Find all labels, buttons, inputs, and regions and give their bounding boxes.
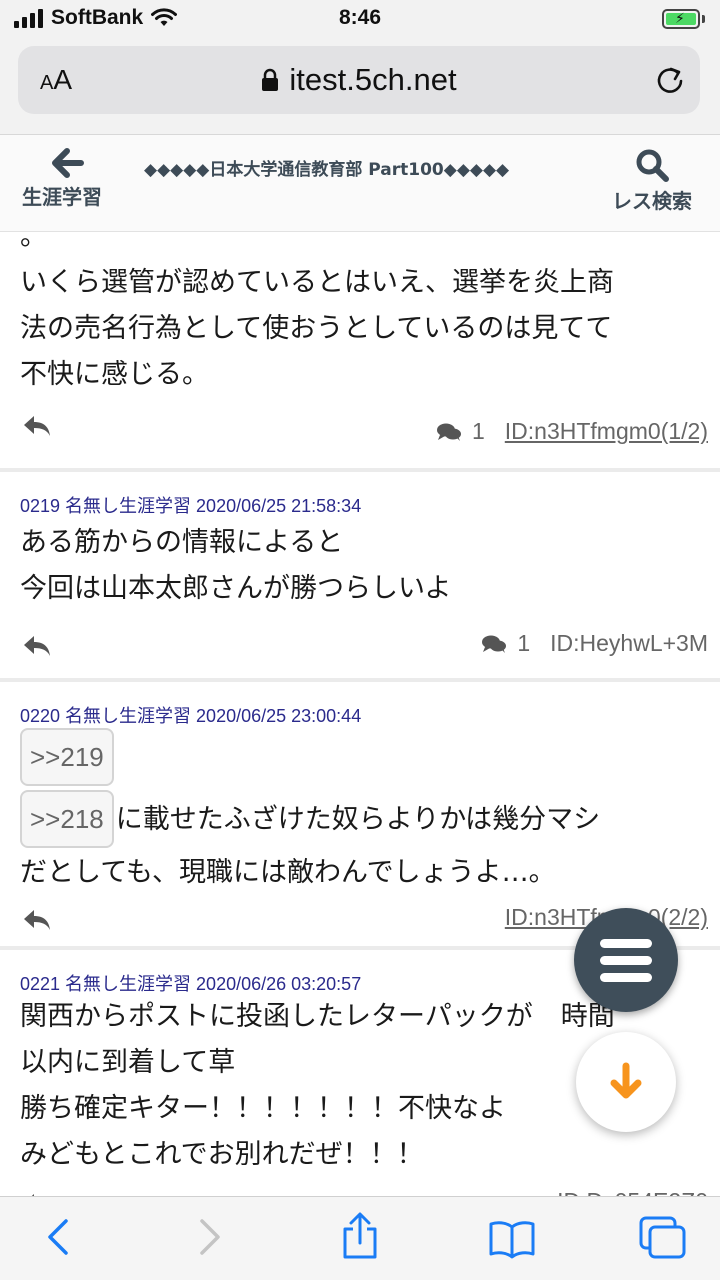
post-line: 法の売名行為として使おうとしているのは見てて [20,313,613,344]
post-footer: 1 ID:HeyhwL+3M [0,612,720,678]
back-icon[interactable] [44,1217,74,1257]
post-footer: ID:Dv054E2Z0 [0,1178,720,1196]
search-button[interactable]: レス検索 [602,145,702,214]
post-footer: 1 ID:n3HTfmgm0(1/2) [0,398,720,468]
url-display[interactable]: itest.5ch.net [18,62,700,98]
arrow-down-icon [610,1062,642,1099]
comments-icon [482,635,507,653]
browser-toolbar [0,1196,720,1280]
search-icon [636,149,669,182]
poster-id[interactable]: ID:Dv054E2Z0 [557,1188,708,1196]
post-line: 不快に感じる。 [20,359,209,390]
url-text: itest.5ch.net [289,62,457,97]
share-icon[interactable] [340,1211,380,1261]
reply-anchor-link[interactable]: >>218 [20,790,114,848]
menu-icon-bar [600,973,652,982]
reply-count-number: 1 [471,418,485,444]
post-footer-right: ID:Dv054E2Z0 [557,1188,708,1196]
thread-header: 生涯学習 ◆◆◆◆◆日本大学通信教育部 Part100◆◆◆◆◆ レス検索 [0,134,720,232]
status-bar: SoftBank 8:46 ⚡ [0,0,720,40]
post-line: だとしても、現職には敵わんでしょうよ…。 [20,857,556,888]
menu-button[interactable] [574,908,678,1012]
poster-id-link[interactable]: ID:n3HTfmgm0(1/2) [505,418,708,445]
post-item: 0219 名無し生涯学習 2020/06/25 21:58:34 ある筋からの情… [0,472,720,678]
post-item: 。 いくら選管が認めているとはいえ、選挙を炎上商 法の売名行為として使おうとして… [0,232,720,468]
menu-icon-bar [600,956,652,965]
post-line: みどもとこれでお別れだぜ！！！ [20,1139,424,1170]
reply-icon[interactable] [22,908,52,932]
scroll-down-button[interactable] [576,1032,676,1132]
clock: 8:46 [338,6,382,29]
post-body: ある筋からの情報によると 今回は山本太郎さんが勝つらしいよ [0,520,720,612]
menu-icon-bar [600,939,652,948]
post-meta[interactable]: 0220 名無し生涯学習 2020/06/25 23:00:44 [0,682,720,726]
thread-title: ◆◆◆◆◆日本大学通信教育部 Part100◆◆◆◆◆ [144,160,510,180]
post-body: >>219 >>218 に載せたふざけた奴らよりかは幾分マシ だとしても、現職には… [0,726,720,896]
reply-icon[interactable] [22,634,52,658]
battery-tip [702,15,705,23]
search-label: レス検索 [612,189,692,213]
address-bar[interactable]: AA itest.5ch.net [18,46,700,114]
post-body: 。 いくら選管が認めているとはいえ、選挙を炎上商 法の売名行為として使おうとして… [0,232,720,398]
bookmarks-icon[interactable] [488,1219,536,1259]
back-arrow-icon [52,148,84,178]
poster-id[interactable]: ID:HeyhwL+3M [550,630,708,657]
reload-icon[interactable] [654,64,686,96]
battery-icon: ⚡ [662,9,700,29]
post-footer-right: 1 ID:HeyhwL+3M [481,630,708,657]
back-button[interactable]: 生涯学習 [14,143,124,210]
post-footer-right: 1 ID:n3HTfmgm0(1/2) [436,418,708,445]
lock-icon [262,68,279,91]
reply-count[interactable]: 1 [481,630,530,657]
back-label: 生涯学習 [22,185,102,209]
forward-icon[interactable] [194,1217,224,1257]
tabs-icon[interactable] [638,1215,688,1261]
post-line: 。 [20,232,47,252]
post-line: に載せたふざけた奴らよりかは幾分マシ [115,804,601,835]
reply-icon[interactable] [22,414,52,438]
comments-icon [436,423,461,441]
post-meta[interactable]: 0219 名無し生涯学習 2020/06/25 21:58:34 [0,472,720,520]
post-item: 0220 名無し生涯学習 2020/06/25 23:00:44 >>219 >… [0,682,720,946]
post-line: 今回は山本太郎さんが勝つらしいよ [20,573,452,604]
post-line: ある筋からの情報によると [20,527,344,558]
reply-count-number: 1 [517,630,531,656]
reply-anchor-link[interactable]: >>219 [20,728,114,786]
reply-count[interactable]: 1 [436,418,485,445]
post-line: いくら選管が認めているとはいえ、選挙を炎上商 [20,267,614,298]
